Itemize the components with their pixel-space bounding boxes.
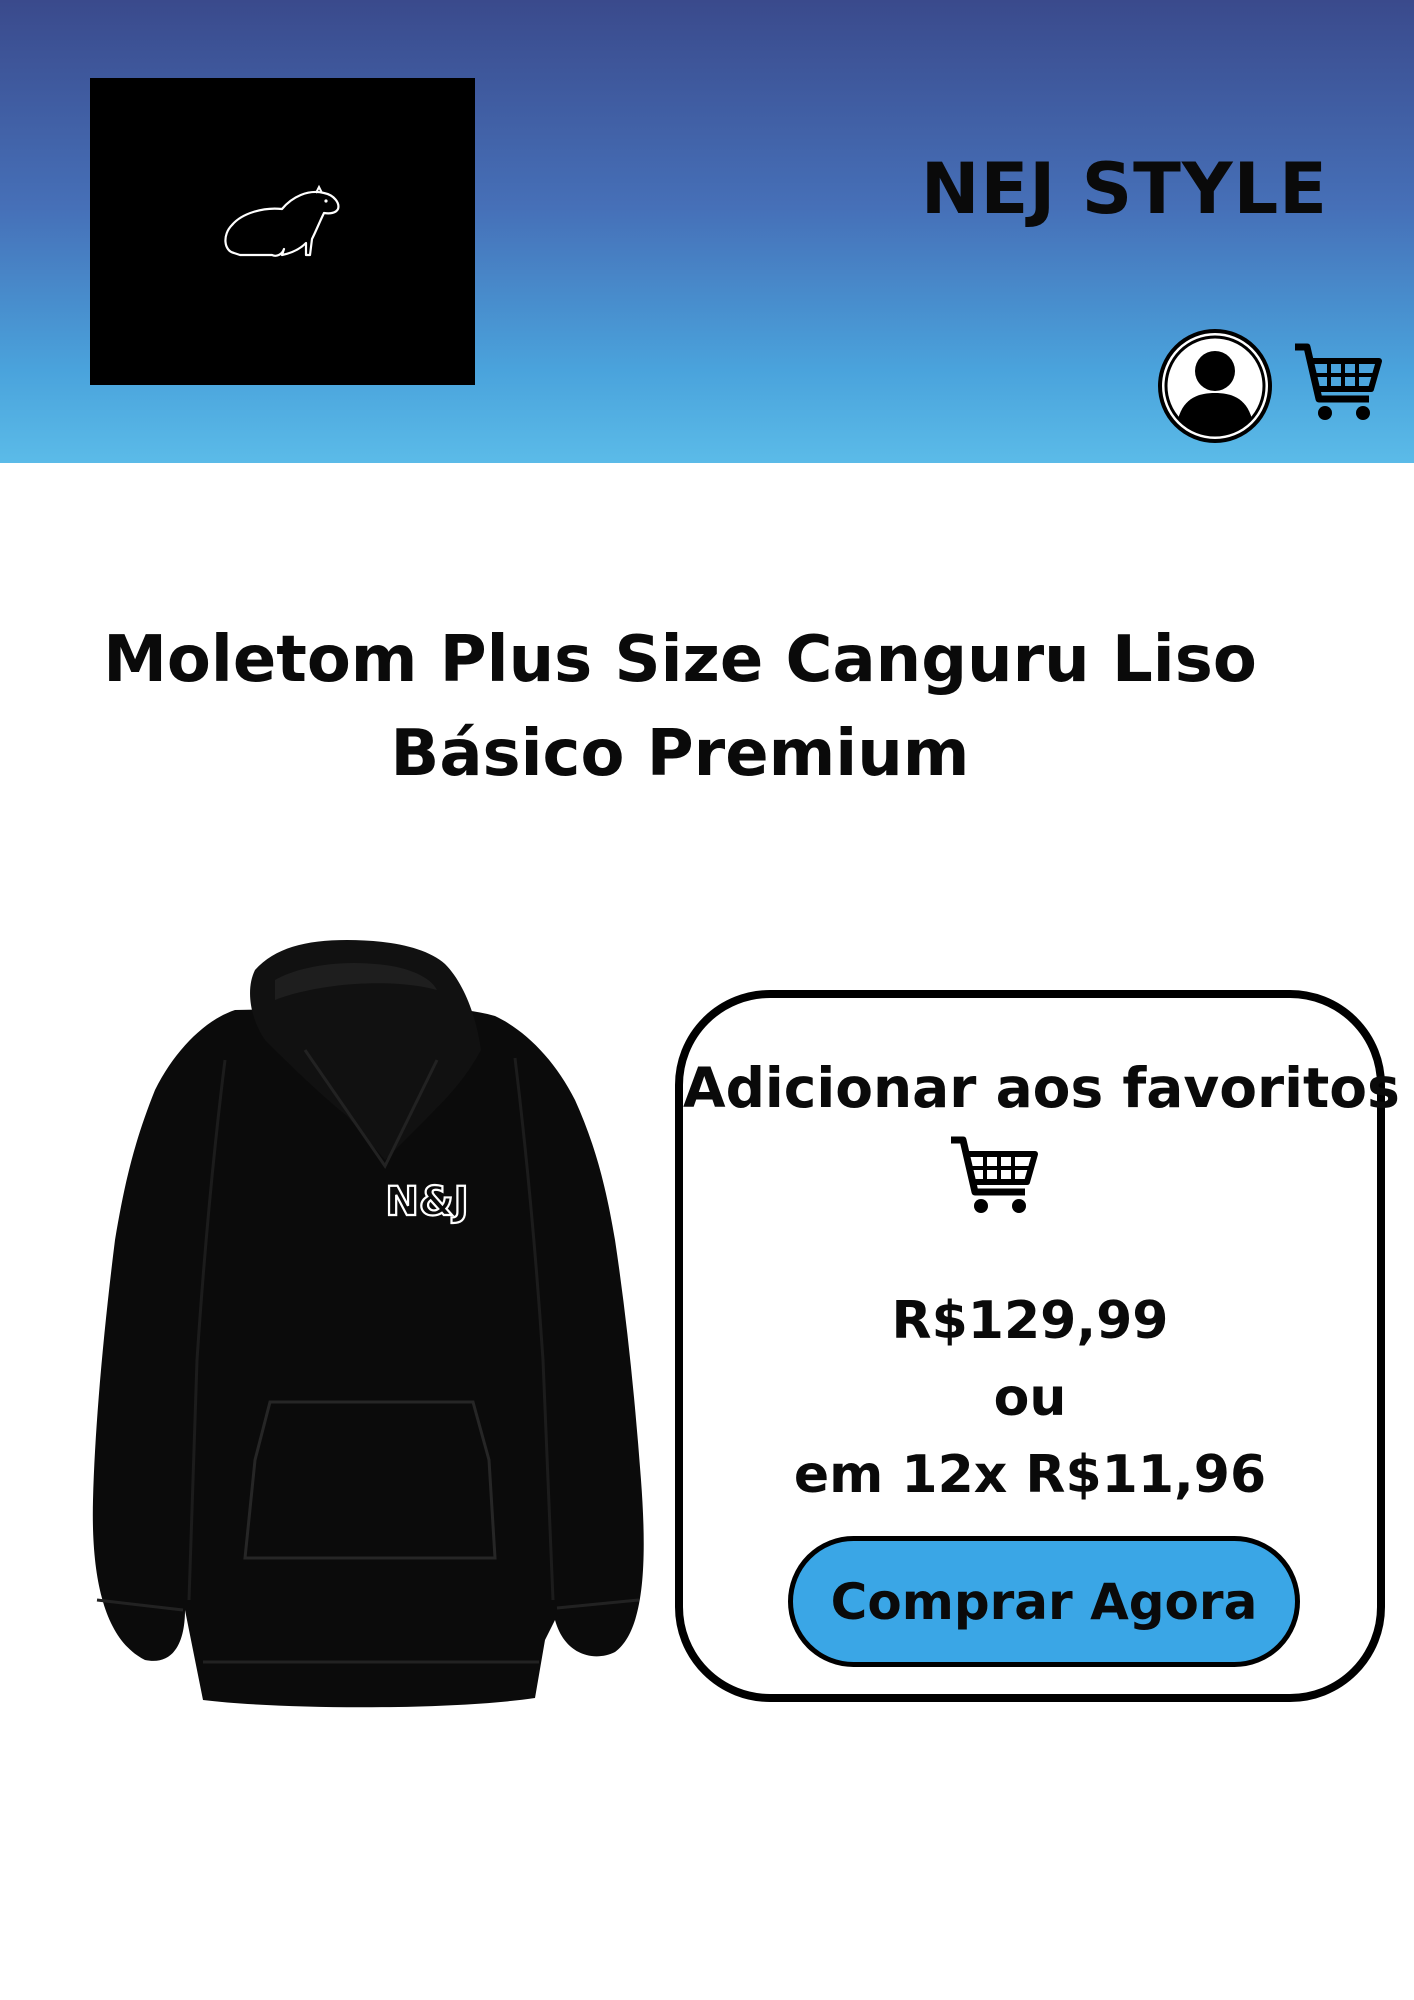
product-image[interactable]: N&J: [85, 940, 655, 1710]
print-logo-text: N&J: [385, 1179, 468, 1225]
cart-icon[interactable]: [1291, 337, 1383, 429]
installments: em 12x R$11,96: [793, 1445, 1267, 1505]
price: R$129,99: [891, 1291, 1169, 1351]
product-title-line-1: Moletom Plus Size Canguru Liso: [103, 622, 1257, 697]
add-to-favorites-link[interactable]: Adicionar aos favoritos: [683, 1056, 1400, 1120]
product-title: Moletom Plus Size Canguru Liso Básico Pr…: [100, 613, 1260, 801]
purchase-card: Adicionar aos favoritos R$129,99 ou em 1…: [675, 990, 1400, 1702]
price-block: R$129,99 ou em 12x R$11,96: [683, 1283, 1377, 1514]
product-title-line-2: Básico Premium: [390, 716, 970, 791]
or-text: ou: [993, 1368, 1067, 1428]
brand-logo[interactable]: [90, 78, 475, 385]
user-icon[interactable]: [1156, 327, 1274, 445]
add-to-cart-icon[interactable]: [947, 1130, 1039, 1222]
buy-now-button[interactable]: Comprar Agora: [788, 1536, 1300, 1667]
capybara-icon: [224, 184, 340, 257]
brand-name: NEJ STYLE: [920, 148, 1328, 230]
site-header: NEJ STYLE: [0, 0, 1414, 463]
